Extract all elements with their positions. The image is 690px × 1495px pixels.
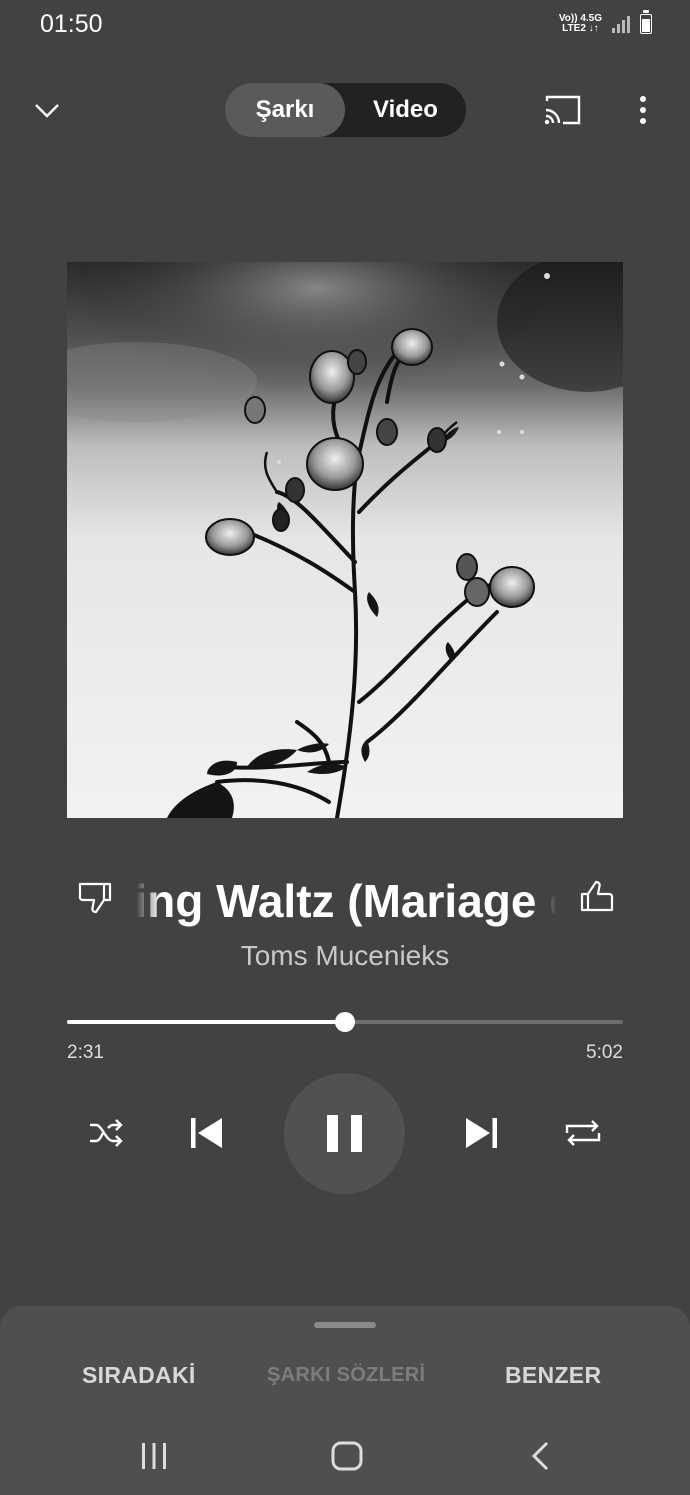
seek-bar-thumb[interactable]: [335, 1012, 355, 1032]
previous-button[interactable]: [186, 1113, 226, 1153]
elapsed-time: 2:31: [67, 1042, 104, 1063]
seek-bar-progress: [67, 1020, 345, 1024]
song-video-toggle: Şarkı Video: [225, 83, 466, 137]
shuffle-button[interactable]: [86, 1113, 126, 1153]
pause-icon: [327, 1115, 362, 1152]
nav-back-button[interactable]: [528, 1440, 554, 1472]
collapse-player-button[interactable]: [26, 90, 68, 132]
tab-song[interactable]: Şarkı: [225, 83, 345, 137]
more-vert-icon: [640, 96, 646, 124]
skip-previous-icon: [191, 1118, 222, 1148]
cast-icon: [544, 95, 581, 125]
pause-button[interactable]: [284, 1073, 405, 1194]
shuffle-icon: [90, 1119, 123, 1147]
cast-button[interactable]: [541, 92, 583, 128]
tab-up-next[interactable]: SIRADAKİ: [82, 1362, 196, 1389]
home-icon: [331, 1441, 363, 1471]
recents-icon: [142, 1443, 166, 1469]
sheet-drag-handle[interactable]: [314, 1322, 376, 1328]
album-art: [67, 262, 623, 818]
song-title: Wedding Waltz (Mariage d'Amour): [136, 875, 556, 927]
network-indicator: Vo)) 4.5G LTE2 ↓↑: [559, 14, 602, 34]
thumbs-down-icon: [78, 882, 112, 914]
song-title-marquee: Wedding Waltz (Mariage d'Amour): [136, 870, 556, 940]
repeat-button[interactable]: [563, 1113, 603, 1153]
total-duration: 5:02: [586, 1042, 623, 1063]
skip-next-icon: [466, 1118, 497, 1148]
dislike-button[interactable]: [74, 876, 116, 918]
thumbs-up-icon: [580, 880, 614, 912]
battery-icon: [640, 10, 652, 34]
status-time: 01:50: [40, 10, 103, 38]
next-button[interactable]: [462, 1113, 502, 1153]
like-button[interactable]: [576, 876, 618, 918]
tab-video[interactable]: Video: [345, 83, 466, 137]
artist-name[interactable]: Toms Mucenieks: [0, 940, 690, 972]
nav-recents-button[interactable]: [138, 1440, 170, 1472]
signal-icon: [612, 15, 630, 33]
status-icons: Vo)) 4.5G LTE2 ↓↑: [559, 10, 652, 34]
network-type-bottom: LTE2 ↓↑: [562, 23, 599, 34]
chevron-down-icon: [35, 104, 59, 118]
album-art-image: [67, 262, 623, 818]
back-icon: [531, 1441, 549, 1471]
nav-home-button[interactable]: [330, 1440, 364, 1472]
seek-bar[interactable]: [67, 1012, 623, 1032]
more-options-button[interactable]: [630, 92, 656, 128]
repeat-icon: [565, 1120, 601, 1146]
tab-related[interactable]: BENZER: [505, 1362, 601, 1389]
tab-lyrics[interactable]: ŞARKI SÖZLERİ: [267, 1364, 425, 1387]
